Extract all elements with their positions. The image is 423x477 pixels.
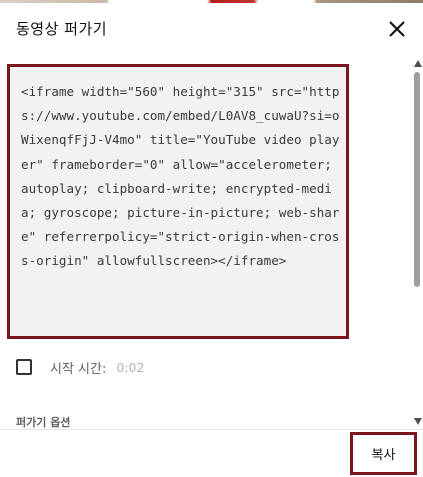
embed-code-text[interactable]: <iframe width="560" height="315" src="ht… — [21, 80, 343, 274]
start-time-row: 시작 시간: 0:02 — [16, 356, 144, 378]
dialog-title: 동영상 퍼가기 — [16, 20, 108, 38]
copy-button[interactable]: 복사 — [350, 432, 417, 475]
scroll-down-arrow-icon[interactable] — [414, 418, 422, 425]
start-time-value[interactable]: 0:02 — [116, 360, 144, 375]
background-video-strip — [0, 0, 423, 3]
scrollbar[interactable] — [412, 60, 423, 425]
embed-code-box[interactable]: <iframe width="560" height="315" src="ht… — [7, 64, 349, 339]
start-time-label: 시작 시간: — [50, 361, 107, 377]
close-icon — [389, 21, 405, 37]
start-time-checkbox[interactable] — [16, 359, 32, 375]
embed-options-label[interactable]: 퍼가기 옵션 — [16, 414, 70, 430]
embed-dialog: 동영상 퍼가기 <iframe width="560" height="315"… — [0, 0, 423, 477]
footer-divider — [0, 429, 423, 430]
scroll-thumb[interactable] — [414, 72, 420, 287]
scroll-up-arrow-icon[interactable] — [414, 60, 422, 67]
copy-button-label: 복사 — [371, 448, 396, 463]
close-button[interactable] — [382, 14, 412, 44]
